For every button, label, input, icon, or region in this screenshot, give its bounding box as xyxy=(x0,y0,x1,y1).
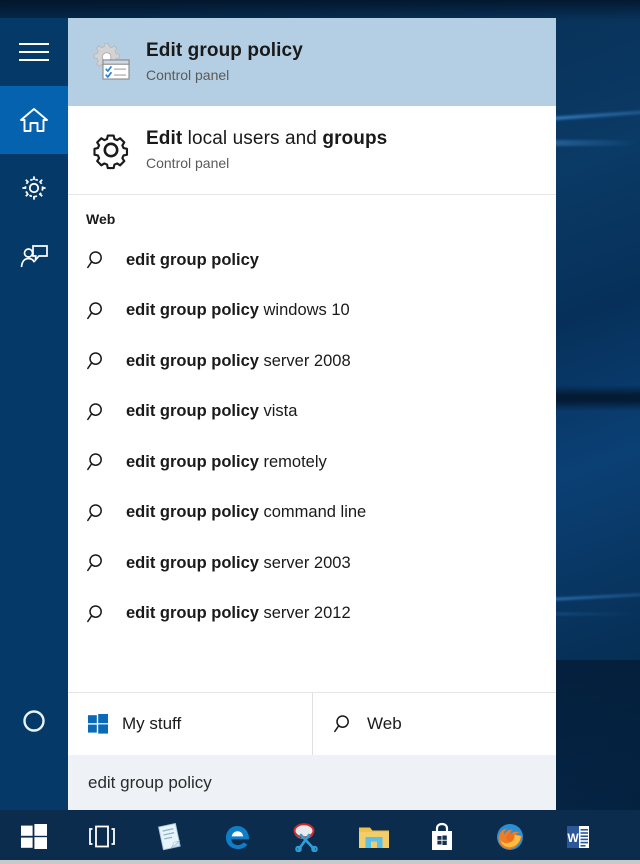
web-suggestion-label: edit group policy server 2012 xyxy=(126,604,351,623)
web-suggestion-item[interactable]: edit group policy command line xyxy=(68,488,556,539)
group-policy-icon xyxy=(82,40,140,84)
taskbar-file-explorer-button[interactable] xyxy=(340,812,408,862)
store-bag-icon xyxy=(429,822,455,852)
wallpaper-band xyxy=(0,0,640,20)
folder-icon xyxy=(358,823,390,851)
result-subtitle: Control panel xyxy=(146,67,230,83)
hamburger-icon xyxy=(19,41,49,63)
gear-icon xyxy=(20,174,48,202)
search-icon xyxy=(86,300,126,322)
search-input[interactable]: edit group policy xyxy=(68,755,556,810)
web-suggestion-item[interactable]: edit group policy server 2008 xyxy=(68,336,556,387)
gear-outline-icon xyxy=(82,128,140,172)
web-suggestion-label: edit group policy server 2003 xyxy=(126,553,351,572)
result-title: Edit group policy xyxy=(146,40,303,61)
firefox-icon xyxy=(495,822,525,852)
web-suggestion-label: edit group policy command line xyxy=(126,503,367,522)
taskbar-task-view-button[interactable] xyxy=(68,812,136,862)
result-subtitle: Control panel xyxy=(146,155,230,171)
web-suggestion-item[interactable]: edit group policy vista xyxy=(68,387,556,438)
web-suggestion-item[interactable]: edit group policy remotely xyxy=(68,437,556,488)
taskbar-notepad-button[interactable] xyxy=(136,812,204,862)
svg-text:W: W xyxy=(567,831,579,845)
sidebar-item-feedback[interactable] xyxy=(0,222,68,290)
web-suggestion-label: edit group policy xyxy=(126,250,259,269)
result-title: Edit local users and groups xyxy=(146,128,388,149)
web-suggestion-label: edit group policy server 2008 xyxy=(126,351,351,370)
sidebar-item-settings[interactable] xyxy=(0,154,68,222)
result-text: Edit local users and groups Control pane… xyxy=(146,127,387,173)
text-caret xyxy=(212,773,213,793)
result-text: Edit group policy Control panel xyxy=(146,39,303,85)
sidebar-item-home[interactable] xyxy=(0,86,68,154)
taskbar-store-button[interactable] xyxy=(408,812,476,862)
sidebar-item-hamburger[interactable] xyxy=(0,18,68,86)
cortana-circle-icon xyxy=(21,708,47,734)
tab-web[interactable]: Web xyxy=(312,693,556,755)
search-icon xyxy=(86,451,126,473)
search-icon xyxy=(86,603,126,625)
taskbar-word-button[interactable]: W xyxy=(544,812,612,862)
taskbar-firefox-button[interactable] xyxy=(476,812,544,862)
windows-start-icon xyxy=(21,824,47,850)
search-icon xyxy=(86,401,126,423)
search-icon xyxy=(86,552,126,574)
tab-label: Web xyxy=(367,714,402,733)
home-icon xyxy=(19,106,49,134)
search-icon xyxy=(86,249,126,271)
web-suggestion-label: edit group policy vista xyxy=(126,402,298,421)
feedback-icon xyxy=(19,242,49,270)
taskbar-start-button[interactable] xyxy=(0,812,68,862)
search-results-pane: Edit group policy Control panel Edit loc… xyxy=(68,18,556,810)
search-panel: Edit group policy Control panel Edit loc… xyxy=(0,18,556,810)
snipping-tool-icon xyxy=(290,822,322,852)
web-suggestion-label: edit group policy windows 10 xyxy=(126,301,350,320)
web-suggestion-item[interactable]: edit group policy server 2012 xyxy=(68,589,556,640)
search-icon xyxy=(86,502,126,524)
web-suggestion-item[interactable]: edit group policy server 2003 xyxy=(68,538,556,589)
search-icon xyxy=(333,713,367,735)
result-filter-tabs: My stuff Web xyxy=(68,692,556,755)
search-sidebar xyxy=(0,18,68,810)
search-input-value: edit group policy xyxy=(88,772,212,792)
sidebar-item-cortana[interactable] xyxy=(0,708,68,734)
web-section-header: Web xyxy=(86,211,116,227)
tab-label: My stuff xyxy=(122,714,182,733)
taskbar: W xyxy=(0,810,640,864)
search-icon xyxy=(86,350,126,372)
web-suggestion-label: edit group policy remotely xyxy=(126,452,327,471)
results-list: Edit group policy Control panel Edit loc… xyxy=(68,18,556,692)
word-icon: W xyxy=(564,823,592,851)
taskbar-edge-button[interactable] xyxy=(204,812,272,862)
notepad-icon xyxy=(155,822,185,852)
web-suggestion-item[interactable]: edit group policy windows 10 xyxy=(68,286,556,337)
tab-my-stuff[interactable]: My stuff xyxy=(68,693,312,755)
windows-logo-icon xyxy=(88,714,122,734)
result-item-edit-group-policy[interactable]: Edit group policy Control panel xyxy=(68,18,556,106)
taskbar-snipping-tool-button[interactable] xyxy=(272,812,340,862)
result-item-edit-local-users-and-groups[interactable]: Edit local users and groups Control pane… xyxy=(68,106,556,194)
task-view-icon xyxy=(85,824,119,850)
edge-icon xyxy=(223,822,253,852)
web-suggestion-item[interactable]: edit group policy xyxy=(68,235,556,286)
